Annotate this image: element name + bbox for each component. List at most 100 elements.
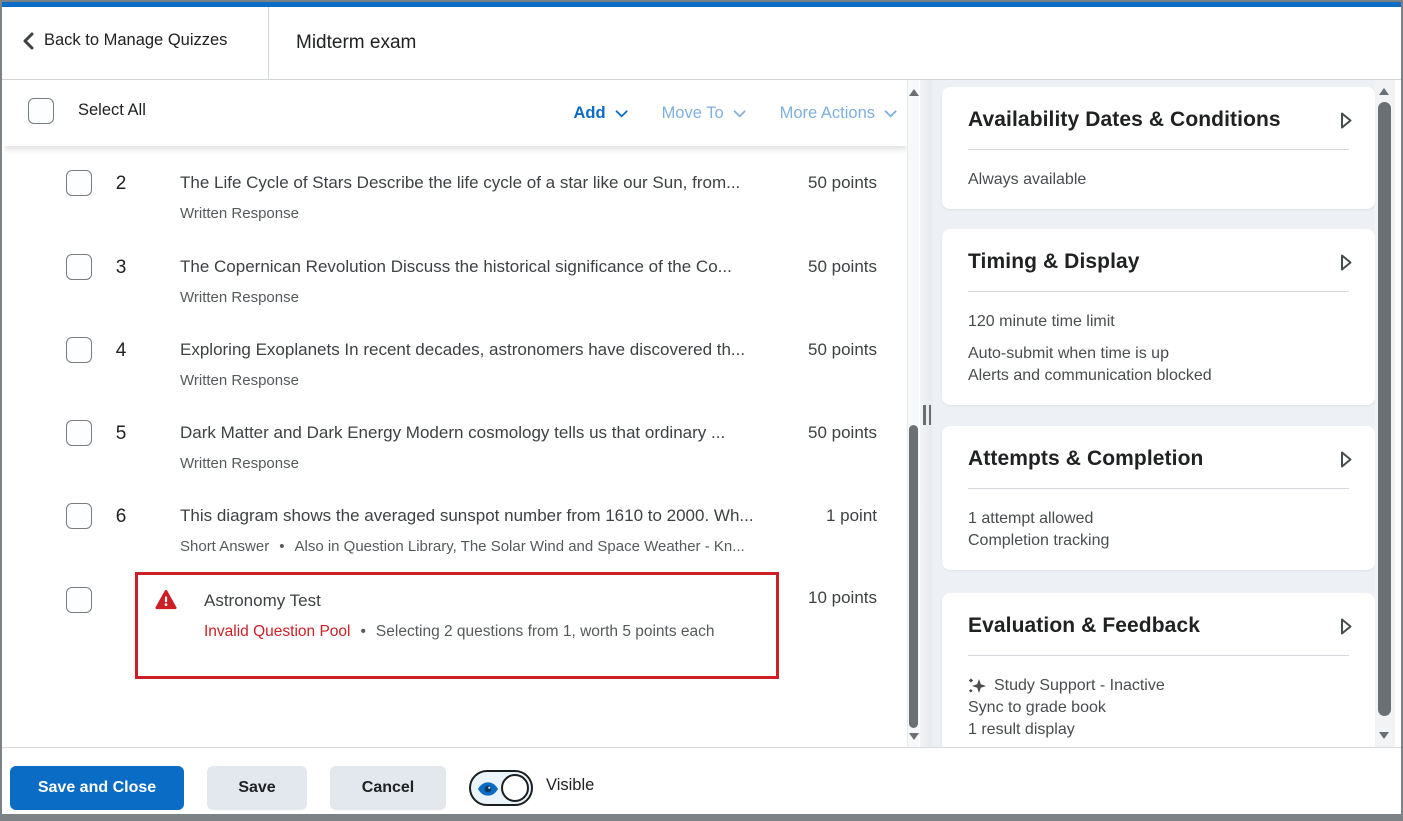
top-accent-bar [2,2,1401,7]
move-to-menu-label: Move To [661,103,724,122]
timing-panel-title: Timing & Display [968,250,1140,273]
add-menu-button[interactable]: Add [573,103,628,123]
app-window: Back to Manage Quizzes Midterm exam Sele… [0,0,1403,821]
availability-panel[interactable]: Availability Dates & Conditions Always a… [942,87,1375,209]
question-title[interactable]: This diagram shows the averaged sunspot … [180,506,768,526]
save-button[interactable]: Save [207,766,307,810]
question-list-pane: Select All Add Move To More Actions 2 Th… [4,80,907,747]
question-points: 50 points [808,257,877,276]
settings-sidebar: Availability Dates & Conditions Always a… [932,80,1394,747]
chevron-right-icon [1341,112,1352,129]
save-and-close-button[interactable]: Save and Close [10,766,184,810]
chevron-down-icon [884,104,897,118]
cancel-button[interactable]: Cancel [330,766,446,810]
chevron-right-icon [1341,451,1352,468]
question-number: 5 [115,423,127,444]
page-title: Midterm exam [296,32,417,53]
visibility-toggle[interactable] [469,770,533,806]
bullet-separator: • [360,623,366,640]
pool-error-label: Invalid Question Pool [204,623,351,640]
evaluation-summary-2: Sync to grade book [968,699,1106,716]
bullet-separator: • [279,538,285,555]
question-checkbox[interactable] [66,254,92,280]
question-title[interactable]: The Copernican Revolution Discuss the hi… [180,257,768,277]
availability-panel-title: Availability Dates & Conditions [968,108,1281,131]
attempts-panel-title: Attempts & Completion [968,447,1204,470]
question-pool-row: Astronomy Test Invalid Question Pool • Sel… [4,572,907,687]
scroll-up-arrow-icon[interactable] [1379,88,1389,95]
question-checkbox[interactable] [66,420,92,446]
header-divider [268,7,269,80]
question-title[interactable]: Exploring Exoplanets In recent decades, … [180,340,768,360]
chevron-down-icon [732,104,746,118]
pool-detail: Selecting 2 questions from 1, worth 5 po… [375,623,715,640]
question-row-3: 3 The Copernican Revolution Discuss the … [4,246,907,326]
question-points: 50 points [808,340,877,359]
evaluation-panel[interactable]: Evaluation & Feedback Study Support - In… [942,593,1375,747]
divider-grip-icon [923,405,931,425]
question-row-6: 6 This diagram shows the averaged sunspo… [4,495,907,575]
question-points: 10 points [808,588,877,607]
timing-summary-1: 120 minute time limit [968,313,1115,330]
add-menu-label: Add [573,103,606,122]
attempts-summary-2: Completion tracking [968,532,1110,549]
question-checkbox[interactable] [66,587,92,613]
attempts-summary-1: 1 attempt allowed [968,510,1094,527]
select-all-checkbox[interactable] [28,98,54,124]
more-actions-menu-button[interactable]: More Actions [779,103,897,123]
attempts-panel[interactable]: Attempts & Completion 1 attempt allowed … [942,426,1375,570]
timing-summary-3: Alerts and communication blocked [968,367,1212,384]
move-to-menu-button[interactable]: Move To [661,103,746,123]
chevron-left-icon [23,32,34,49]
question-points: 50 points [808,423,877,442]
sparkle-icon [968,678,986,693]
chevron-down-icon [614,104,628,118]
evaluation-panel-title: Evaluation & Feedback [968,614,1201,637]
question-type: Written Response [180,205,299,222]
question-points: 50 points [808,173,877,192]
pool-title[interactable]: Astronomy Test [204,591,321,611]
question-list-scrollbar[interactable] [907,80,919,747]
more-actions-menu-label: More Actions [779,103,875,122]
pane-resize-divider[interactable] [919,80,932,747]
sidebar-scrollbar[interactable] [1375,80,1395,747]
toggle-knob[interactable] [501,774,529,802]
eye-icon [478,782,498,796]
scroll-down-arrow-icon[interactable] [909,733,919,740]
question-type: Written Response [180,372,299,389]
visible-toggle-label: Visible [546,776,595,794]
question-points: 1 point [825,506,877,525]
question-number: 4 [115,340,127,361]
question-number: 2 [115,173,127,194]
evaluation-summary-1: Study Support - Inactive [994,677,1165,694]
question-checkbox[interactable] [66,337,92,363]
timing-panel[interactable]: Timing & Display 120 minute time limit A… [942,229,1375,405]
scrollbar-thumb[interactable] [1378,102,1391,716]
select-all-label: Select All [78,101,146,119]
back-link-label: Back to Manage Quizzes [44,31,228,49]
toolbar-actions: Add Move To More Actions [573,80,897,146]
chevron-right-icon [1341,254,1352,271]
question-checkbox[interactable] [66,503,92,529]
scroll-down-arrow-icon[interactable] [1379,732,1389,739]
question-checkbox[interactable] [66,170,92,196]
evaluation-summary-3: 1 result display [968,721,1075,738]
question-row-2: 2 The Life Cycle of Stars Describe the l… [4,162,907,242]
question-type: Written Response [180,289,299,306]
question-type: Short Answer [180,538,270,555]
question-row-4: 4 Exploring Exoplanets In recent decades… [4,329,907,409]
question-type: Written Response [180,455,299,472]
question-number: 3 [115,257,127,278]
question-row-5: 5 Dark Matter and Dark Energy Modern cos… [4,412,907,492]
footer-action-bar: Save and Close Save Cancel Visible [2,747,1401,814]
scroll-up-arrow-icon[interactable] [909,89,919,96]
question-title[interactable]: The Life Cycle of Stars Describe the lif… [180,173,768,193]
question-title[interactable]: Dark Matter and Dark Energy Modern cosmo… [180,423,768,443]
header: Back to Manage Quizzes Midterm exam [2,7,1401,80]
question-list-toolbar: Select All Add Move To More Actions [4,80,907,146]
availability-summary: Always available [968,171,1087,188]
chevron-right-icon [1341,618,1352,635]
back-to-manage-quizzes-link[interactable]: Back to Manage Quizzes [22,31,227,50]
question-number: 6 [115,506,127,527]
scrollbar-thumb[interactable] [909,425,918,728]
